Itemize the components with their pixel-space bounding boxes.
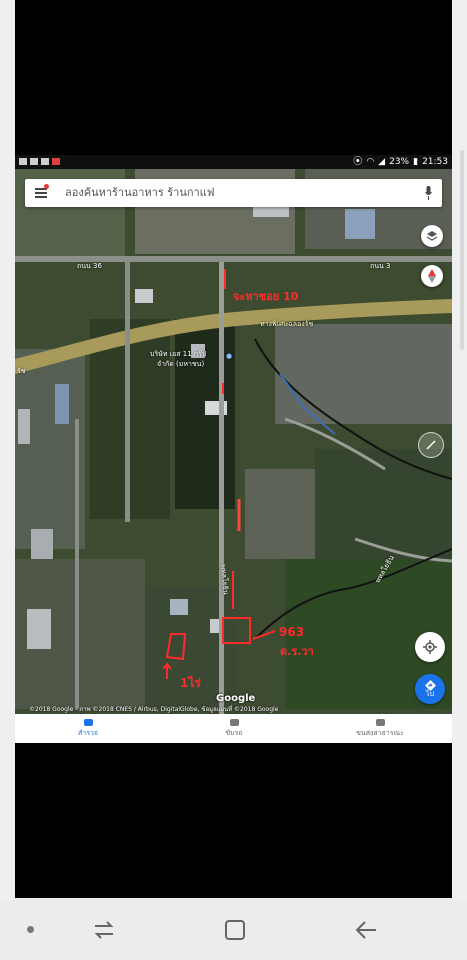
annotation-deed: ต.ร.วา [280,645,314,658]
expressway-label: ทางพิเศษฉลองรัช [260,320,314,328]
compass-icon [428,269,436,283]
search-bar[interactable]: ลองค้นหาร้านอาหาร ร้านกาแฟ [25,179,442,207]
right-bezel [452,0,467,900]
battery-percent: 23% [389,157,410,167]
status-indicators: ⦿ ◠ ◢ 23% ▮ 21:53 [353,155,448,169]
bus-icon [375,719,385,726]
plot-outline [165,633,187,661]
rotate-icon [426,440,436,450]
directions-label: ไป [426,690,434,698]
battery-icon: ▮ [413,157,419,167]
notification-dot [44,184,49,189]
home-button[interactable] [224,919,246,941]
signal-icon: ◢ [378,157,386,167]
explore-icon [83,719,93,726]
phone-screen: ⦿ ◠ ◢ 23% ▮ 21:53 ถนน 36 ถนน 3 ทางพิเศษฉ… [15,0,452,898]
location-status-icon: ⦿ [353,157,363,167]
tab-driving[interactable]: ขับรถ [161,714,307,743]
annotation-plot-number: 963 [279,625,305,639]
side-button [460,150,464,350]
clock: 21:53 [422,157,448,167]
microphone-icon[interactable] [425,186,432,200]
red-annotations [162,269,276,679]
wifi-icon: ◠ [366,157,375,167]
recent-apps-button[interactable] [93,918,115,942]
plot-outline [222,617,251,644]
menu-icon[interactable] [35,188,47,198]
notification-icon [30,158,38,165]
layers-icon [426,231,438,241]
system-navigation-bar [0,900,467,960]
notification-icon [41,158,49,165]
bottom-tab-bar: สำรวจ ขับรถ ขนส่งสาธารณะ [15,714,452,743]
notification-icons [19,155,60,165]
notification-icon [19,158,27,165]
back-button[interactable] [354,918,378,942]
rotate-button[interactable] [418,432,444,458]
google-logo: Google [216,693,256,704]
layers-button[interactable] [421,225,443,247]
left-bezel [0,0,15,900]
tab-transit[interactable]: ขนส่งสาธารณะ [307,714,453,743]
search-input[interactable]: ลองค้นหาร้านอาหาร ร้านกาแฟ [65,179,215,207]
place-pin-icon: ● [226,352,233,360]
satellite-map[interactable]: ถนน 36 ถนน 3 ทางพิเศษฉลองรัช รัช บริษัท … [15,169,452,714]
place-label: จำกัด (มหาชน) [157,360,205,368]
annotation-rai: 1ไร่ [180,676,201,690]
car-icon [229,719,239,726]
map-attribution: ©2018 Google - ภาพ ©2018 CNES / Airbus, … [29,706,279,713]
road-label: ถนน 36 [77,262,102,270]
directions-button[interactable]: ไป [415,674,445,704]
annotation-soi: จะหาซอย 10 [233,290,299,303]
crosshair-icon [423,640,437,654]
tab-label: สำรวจ [78,729,98,737]
notification-icon [52,158,60,165]
annotation-arrow [162,662,172,679]
compass-button[interactable] [421,265,443,287]
tab-explore[interactable]: สำรวจ [15,714,161,743]
nav-dot-icon[interactable] [27,926,34,933]
annotation-arrow [252,630,276,640]
status-bar: ⦿ ◠ ◢ 23% ▮ 21:53 [15,155,452,169]
road-label: ถนน 3 [370,262,391,270]
tab-label: ขับรถ [225,729,243,737]
my-location-button[interactable] [415,632,445,662]
tab-label: ขนส่งสาธารณะ [356,729,404,737]
expressway-label: รัช [17,367,26,375]
